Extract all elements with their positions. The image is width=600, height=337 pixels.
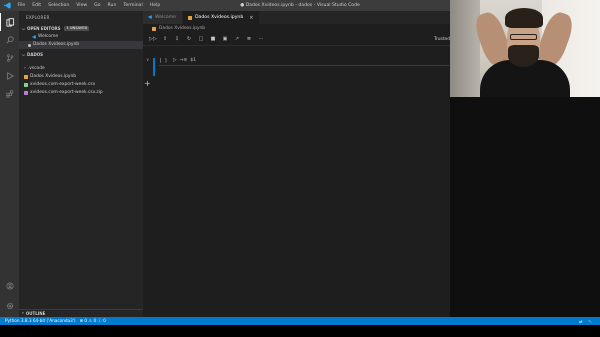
gear-icon[interactable] (0, 297, 19, 315)
cell-execution-prompt: [ ] (159, 59, 168, 64)
open-editors-header[interactable]: ⌵ OPEN EDITORS 1 UNSAVED (19, 24, 143, 33)
problems-indicator[interactable]: ⊗ 0 ⚠ 0 ⓘ 0 (80, 318, 106, 324)
run-by-line-icon[interactable]: →≡ (180, 58, 188, 63)
notifications-bell-icon[interactable]: ␇ (589, 319, 592, 324)
webcam-overlay (450, 0, 600, 97)
menu-view[interactable]: View (73, 0, 91, 11)
breadcrumb-item[interactable]: Dados Xvideos.ipynb (159, 26, 205, 31)
file-item-zip[interactable]: xvideos.com-export-week.csv.zip (19, 89, 143, 97)
run-cell-icon[interactable]: ▷ (173, 58, 177, 63)
error-icon: ⊗ (79, 318, 84, 323)
tab-label: Welcome (155, 15, 177, 20)
menu-run[interactable]: Run (104, 0, 120, 11)
add-cell-icon[interactable]: + (144, 79, 151, 88)
notebook-file-icon (152, 26, 156, 31)
notebook-toolbar: ▷▷ ⇧ ⇩ ↻ □ ■ ▣ ↗ ≣ ⋯ Trusted (143, 33, 450, 46)
folder-label: DADOS (27, 52, 44, 57)
extensions-icon[interactable] (0, 85, 19, 103)
editor-tab-bar: Welcome Dados Xvideos.ipynb × (143, 11, 450, 24)
chevron-right-icon: › (22, 311, 24, 316)
restart-kernel-icon[interactable]: ↻ (183, 34, 195, 44)
unsaved-dot-icon (28, 43, 31, 47)
explorer-icon[interactable] (0, 13, 19, 31)
collapse-chevron-icon[interactable]: ∨ (146, 58, 149, 63)
file-label: .vscode (27, 66, 45, 71)
clear-outputs-icon[interactable]: ■ (207, 34, 219, 44)
account-icon[interactable] (0, 277, 19, 295)
menu-selection[interactable]: Selection (45, 0, 73, 11)
chevron-down-icon: ⌵ (22, 26, 26, 31)
file-item-csv[interactable]: xvideos.com-export-week.csv (19, 81, 143, 89)
tab-welcome[interactable]: Welcome (143, 11, 184, 24)
cell-language[interactable]: $1 (190, 58, 196, 63)
vscode-file-icon (148, 14, 152, 21)
cell-focus-bar (153, 58, 155, 76)
file-label: xvideos.com-export-week.csv.zip (30, 90, 103, 95)
save-icon[interactable]: ▣ (219, 34, 231, 44)
open-editor-notebook[interactable]: Dados Xvideos.ipynb (19, 41, 143, 49)
notebook-file-icon (24, 75, 28, 79)
open-editors-label: OPEN EDITORS (27, 26, 61, 31)
more-actions-icon[interactable]: ⋯ (255, 34, 267, 44)
open-editor-welcome[interactable]: Welcome (19, 33, 143, 41)
run-below-icon[interactable]: ⇩ (171, 34, 183, 44)
file-item-notebook[interactable]: Dados Xvideos.ipynb (19, 73, 143, 81)
cell-toolbar: ▷ →≡ $1 (173, 58, 196, 63)
folder-header-dados[interactable]: ⌵ DADOS (19, 50, 143, 59)
outline-section[interactable]: › OUTLINE (19, 309, 143, 317)
menu-edit[interactable]: Edit (29, 0, 45, 11)
run-all-icon[interactable]: ▷▷ (147, 34, 159, 44)
open-editor-label: Dados Xvideos.ipynb (33, 42, 80, 47)
breadcrumb: Dados Xvideos.ipynb (143, 24, 450, 33)
close-icon[interactable]: × (249, 15, 253, 21)
chevron-right-icon: › (24, 66, 26, 71)
menu-help[interactable]: Help (146, 0, 163, 11)
zip-file-icon (24, 91, 28, 95)
csv-file-icon (24, 83, 28, 87)
unsaved-badge: 1 UNSAVED (64, 26, 90, 31)
export-icon[interactable]: ↗ (231, 34, 243, 44)
python-interpreter[interactable]: Python 3.8.3 64-bit ('Anaconda3') (5, 318, 76, 324)
warning-count: 0 (93, 318, 97, 323)
file-item-vscode[interactable]: › .vscode (19, 65, 143, 73)
variables-icon[interactable]: ≣ (243, 34, 255, 44)
error-count: 0 (84, 318, 88, 323)
menu-go[interactable]: Go (91, 0, 104, 11)
status-bar: Python 3.8.3 64-bit ('Anaconda3') ⊗ 0 ⚠ … (0, 317, 600, 325)
explorer-sidebar: EXPLORER ⌵ OPEN EDITORS 1 UNSAVED Welcom… (19, 11, 143, 317)
chevron-down-icon: ⌵ (22, 52, 26, 57)
open-editor-label: Welcome (38, 34, 59, 39)
tab-label: Dados Xvideos.ipynb (195, 15, 244, 20)
run-above-icon[interactable]: ⇧ (159, 34, 171, 44)
trusted-status[interactable]: Trusted (434, 37, 450, 42)
sidebar-title: EXPLORER (26, 15, 50, 20)
bottom-letterbox (0, 325, 600, 337)
outline-label: OUTLINE (25, 311, 46, 316)
run-debug-icon[interactable] (0, 67, 19, 85)
search-icon[interactable] (0, 31, 19, 49)
tab-notebook[interactable]: Dados Xvideos.ipynb × (183, 11, 261, 24)
live-share-icon[interactable]: ⇄ (579, 319, 583, 324)
info-icon: ⓘ (97, 318, 102, 323)
interrupt-kernel-icon[interactable]: □ (195, 34, 207, 44)
menu-terminal[interactable]: Terminal (120, 0, 146, 11)
vscode-file-icon (32, 35, 36, 39)
info-count: 0 (103, 318, 106, 323)
file-label: xvideos.com-export-week.csv (30, 82, 96, 87)
menu-bar: File Edit Selection View Go Run Terminal… (14, 0, 164, 11)
file-label: Dados Xvideos.ipynb (30, 74, 77, 79)
warning-icon: ⚠ (88, 318, 93, 323)
notebook-cell[interactable]: ∨ [ ] ▷ →≡ $1 (143, 56, 450, 80)
cell-editor-area[interactable] (159, 65, 449, 66)
activity-bar (0, 11, 19, 317)
vscode-logo-icon (0, 0, 14, 11)
menu-file[interactable]: File (14, 0, 29, 11)
source-control-icon[interactable] (0, 49, 19, 67)
window-title: ● Dados Xvideos.ipynb - dados - Visual S… (240, 3, 360, 8)
notebook-file-icon (188, 15, 193, 20)
